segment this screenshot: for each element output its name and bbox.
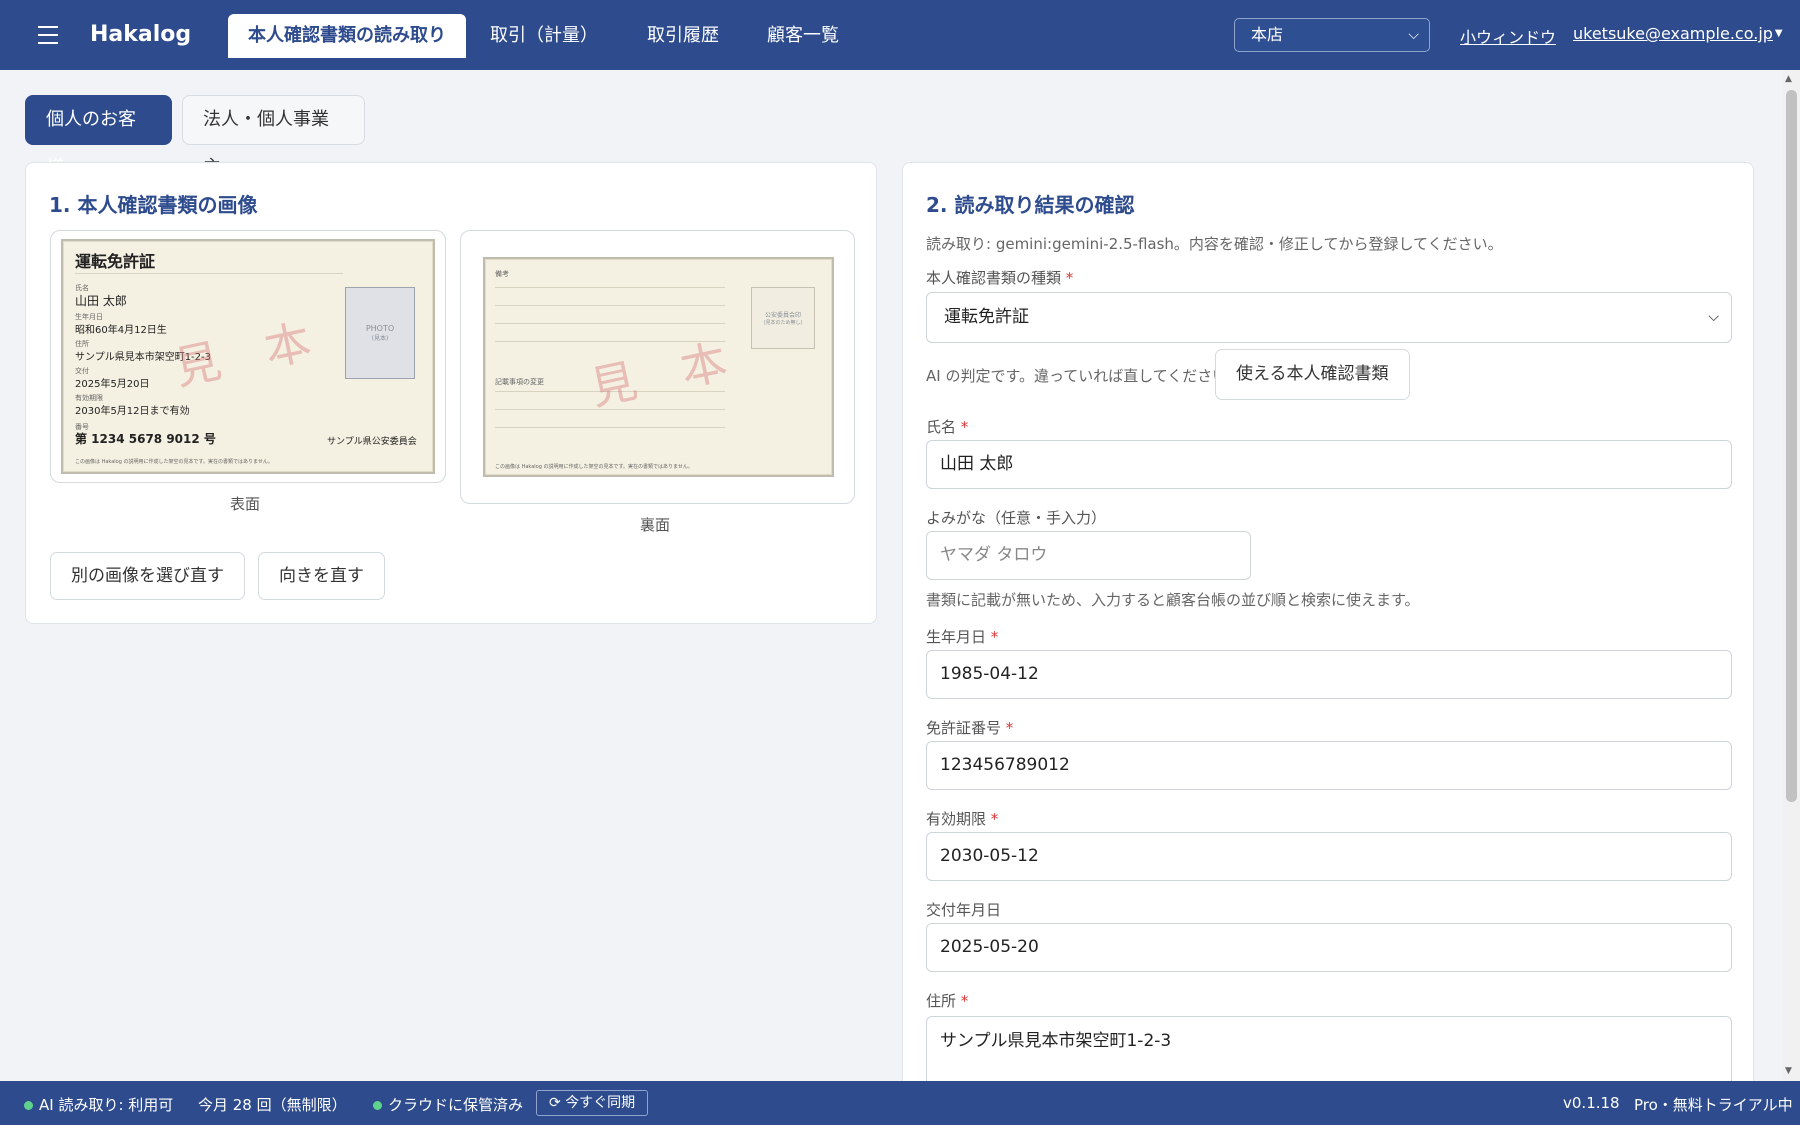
birth-label-text: 生年月日 <box>926 628 987 646</box>
user-menu[interactable]: uketsuke@example.co.jp ▼ <box>1573 24 1783 43</box>
expiry-input[interactable]: 2030-05-12 <box>926 832 1732 881</box>
license-number-input[interactable]: 123456789012 <box>926 741 1732 790</box>
address-label-text: 住所 <box>926 992 957 1010</box>
scrollbar-thumb[interactable] <box>1786 90 1797 802</box>
back-change-label: 記載事項の変更 <box>495 378 544 386</box>
reselect-image-button[interactable]: 別の画像を選び直す <box>50 552 245 600</box>
kana-note: 書類に記載が無いため、入力すると顧客台帳の並び順と検索に使えます。 <box>926 591 1420 609</box>
kana-label: よみがな（任意・手入力） <box>926 509 1107 527</box>
issue-date-label: 交付年月日 <box>926 901 1002 919</box>
license-number-label: 免許証番号 * <box>926 717 1013 738</box>
front-caption: 表面 <box>230 495 261 513</box>
name-label-text: 氏名 <box>926 418 957 436</box>
card-birth: 昭和60年4月12日生 <box>75 325 167 336</box>
top-navigation-bar: Hakalog 本人確認書類の読み取り 取引（計量） 取引履歴 顧客一覧 本店 … <box>0 0 1800 70</box>
required-mark: * <box>960 418 969 436</box>
birth-input[interactable]: 1985-04-12 <box>926 650 1732 699</box>
caret-down-icon: ▼ <box>1774 28 1783 39</box>
cloud-status-text: クラウドに保管済み <box>388 1096 524 1114</box>
store-select[interactable]: 本店 ⌵ <box>1234 18 1430 52</box>
status-dot-icon <box>24 1101 33 1110</box>
required-mark: * <box>1065 269 1074 287</box>
photo-placeholder: PHOTO (見本) <box>345 287 415 379</box>
panel-title-results: 2. 読み取り結果の確認 <box>926 193 1135 217</box>
card-disclaimer: この画像は Hakalog の説明用に作成した架空の見本です。実在の書類ではあり… <box>75 459 273 465</box>
card-title: 運転免許証 <box>75 252 156 271</box>
tab-history[interactable]: 取引履歴 <box>627 14 739 58</box>
usable-docs-button[interactable]: 使える本人確認書類 <box>1215 349 1410 400</box>
doc-type-select[interactable]: 運転免許証 ⌵ <box>926 292 1732 343</box>
individual-mode-button[interactable]: 個人のお客様 <box>25 95 172 178</box>
ai-status-text: AI 読み取り: 利用可 <box>39 1096 174 1114</box>
plan-status: Pro・無料トライアル中 <box>1634 1096 1793 1114</box>
id-image-panel: 1. 本人確認書類の画像 運転免許証 氏名 山田 太郎 生年月日 昭和60年4月… <box>25 162 877 624</box>
kana-input[interactable]: ヤマダ タロウ <box>926 531 1251 580</box>
doc-type-label: 本人確認書類の種類 * <box>926 267 1073 288</box>
card-issuer: サンプル県公安委員会 <box>327 437 417 447</box>
birth-label: 生年月日 * <box>926 626 998 647</box>
address-label: 住所 * <box>926 990 968 1011</box>
status-bar: AI 読み取り: 利用可 今月 28 回（無制限） クラウドに保管済み ⟳ 今す… <box>0 1081 1800 1125</box>
front-image-thumbnail[interactable]: 運転免許証 氏名 山田 太郎 生年月日 昭和60年4月12日生 住所 サンプル県… <box>50 230 446 483</box>
ai-note: AI の判定です。違っていれば直してください。 <box>926 367 1243 385</box>
issue-date-input[interactable]: 2025-05-20 <box>926 923 1732 972</box>
ai-status: AI 読み取り: 利用可 <box>24 1094 173 1115</box>
tab-customers[interactable]: 顧客一覧 <box>747 14 859 58</box>
corporate-mode-button[interactable]: 法人・個人事業主 <box>182 95 365 178</box>
chevron-down-icon: ⌵ <box>1408 27 1419 43</box>
stamp-box: 公安委員会印 (見本のため無し) <box>751 287 815 349</box>
card-issue: 2025年5月20日 <box>75 379 150 390</box>
read-note: 読み取り: gemini:gemini-2.5-flash。内容を確認・修正して… <box>926 235 1503 253</box>
small-window-link[interactable]: 小ウィンドウ <box>1460 24 1556 48</box>
card-name: 山田 太郎 <box>75 294 127 308</box>
store-select-value: 本店 <box>1251 25 1284 44</box>
name-input[interactable]: 山田 太郎 <box>926 440 1732 489</box>
card-expiry: 2030年5月12日まで有効 <box>75 406 190 417</box>
license-front-image: 運転免許証 氏名 山田 太郎 生年月日 昭和60年4月12日生 住所 サンプル県… <box>61 239 435 474</box>
required-mark: * <box>1005 719 1014 737</box>
required-mark: * <box>990 810 999 828</box>
usage-count: 今月 28 回（無制限） <box>198 1096 347 1114</box>
card-number: 第 1234 5678 9012 号 <box>75 432 216 446</box>
photo-text: PHOTO <box>365 324 395 333</box>
back-remarks-label: 備考 <box>495 270 509 278</box>
status-dot-icon <box>373 1101 382 1110</box>
scroll-up-arrow-icon[interactable]: ▲ <box>1785 74 1792 84</box>
expiry-label: 有効期限 * <box>926 808 998 829</box>
scroll-down-arrow-icon[interactable]: ▼ <box>1785 1066 1792 1076</box>
sync-label: 今すぐ同期 <box>565 1095 636 1111</box>
back-caption: 裏面 <box>640 516 671 534</box>
panel-title-images: 1. 本人確認書類の画像 <box>49 193 258 217</box>
brand-logo: Hakalog <box>90 22 192 47</box>
doc-type-label-text: 本人確認書類の種類 <box>926 269 1062 287</box>
license-back-image: 備考 記載事項の変更 公安委員会印 (見本のため無し) 見 本 この画像は Ha… <box>483 257 834 477</box>
sync-now-button[interactable]: ⟳ 今すぐ同期 <box>536 1090 649 1116</box>
name-label: 氏名 * <box>926 416 968 437</box>
tab-id-reading[interactable]: 本人確認書類の読み取り <box>228 14 466 58</box>
sample-watermark-back: 見 本 <box>585 334 732 416</box>
required-mark: * <box>990 628 999 646</box>
tab-transaction[interactable]: 取引（計量） <box>470 14 618 58</box>
doc-type-value: 運転免許証 <box>944 307 1029 327</box>
user-email: uketsuke@example.co.jp <box>1573 24 1773 43</box>
hamburger-menu-icon[interactable] <box>38 26 58 44</box>
expiry-label-text: 有効期限 <box>926 810 987 828</box>
stamp-subtext: (見本のため無し) <box>763 320 803 326</box>
rotate-button[interactable]: 向きを直す <box>258 552 385 600</box>
sync-icon: ⟳ <box>549 1095 561 1111</box>
back-disclaimer: この画像は Hakalog の説明用に作成した架空の見本です。実在の書類ではあり… <box>495 464 693 470</box>
license-label-text: 免許証番号 <box>926 719 1002 737</box>
back-image-thumbnail[interactable]: 備考 記載事項の変更 公安委員会印 (見本のため無し) 見 本 この画像は Ha… <box>460 230 855 504</box>
result-panel: 2. 読み取り結果の確認 読み取り: gemini:gemini-2.5-fla… <box>902 162 1754 1122</box>
chevron-down-icon: ⌵ <box>1708 309 1719 325</box>
cloud-status: クラウドに保管済み <box>373 1094 523 1115</box>
version: v0.1.18 <box>1563 1094 1620 1112</box>
required-mark: * <box>960 992 969 1010</box>
stamp-text: 公安委員会印 <box>764 312 801 319</box>
photo-subtext: (見本) <box>371 335 389 342</box>
sample-watermark: 見 本 <box>169 314 316 396</box>
